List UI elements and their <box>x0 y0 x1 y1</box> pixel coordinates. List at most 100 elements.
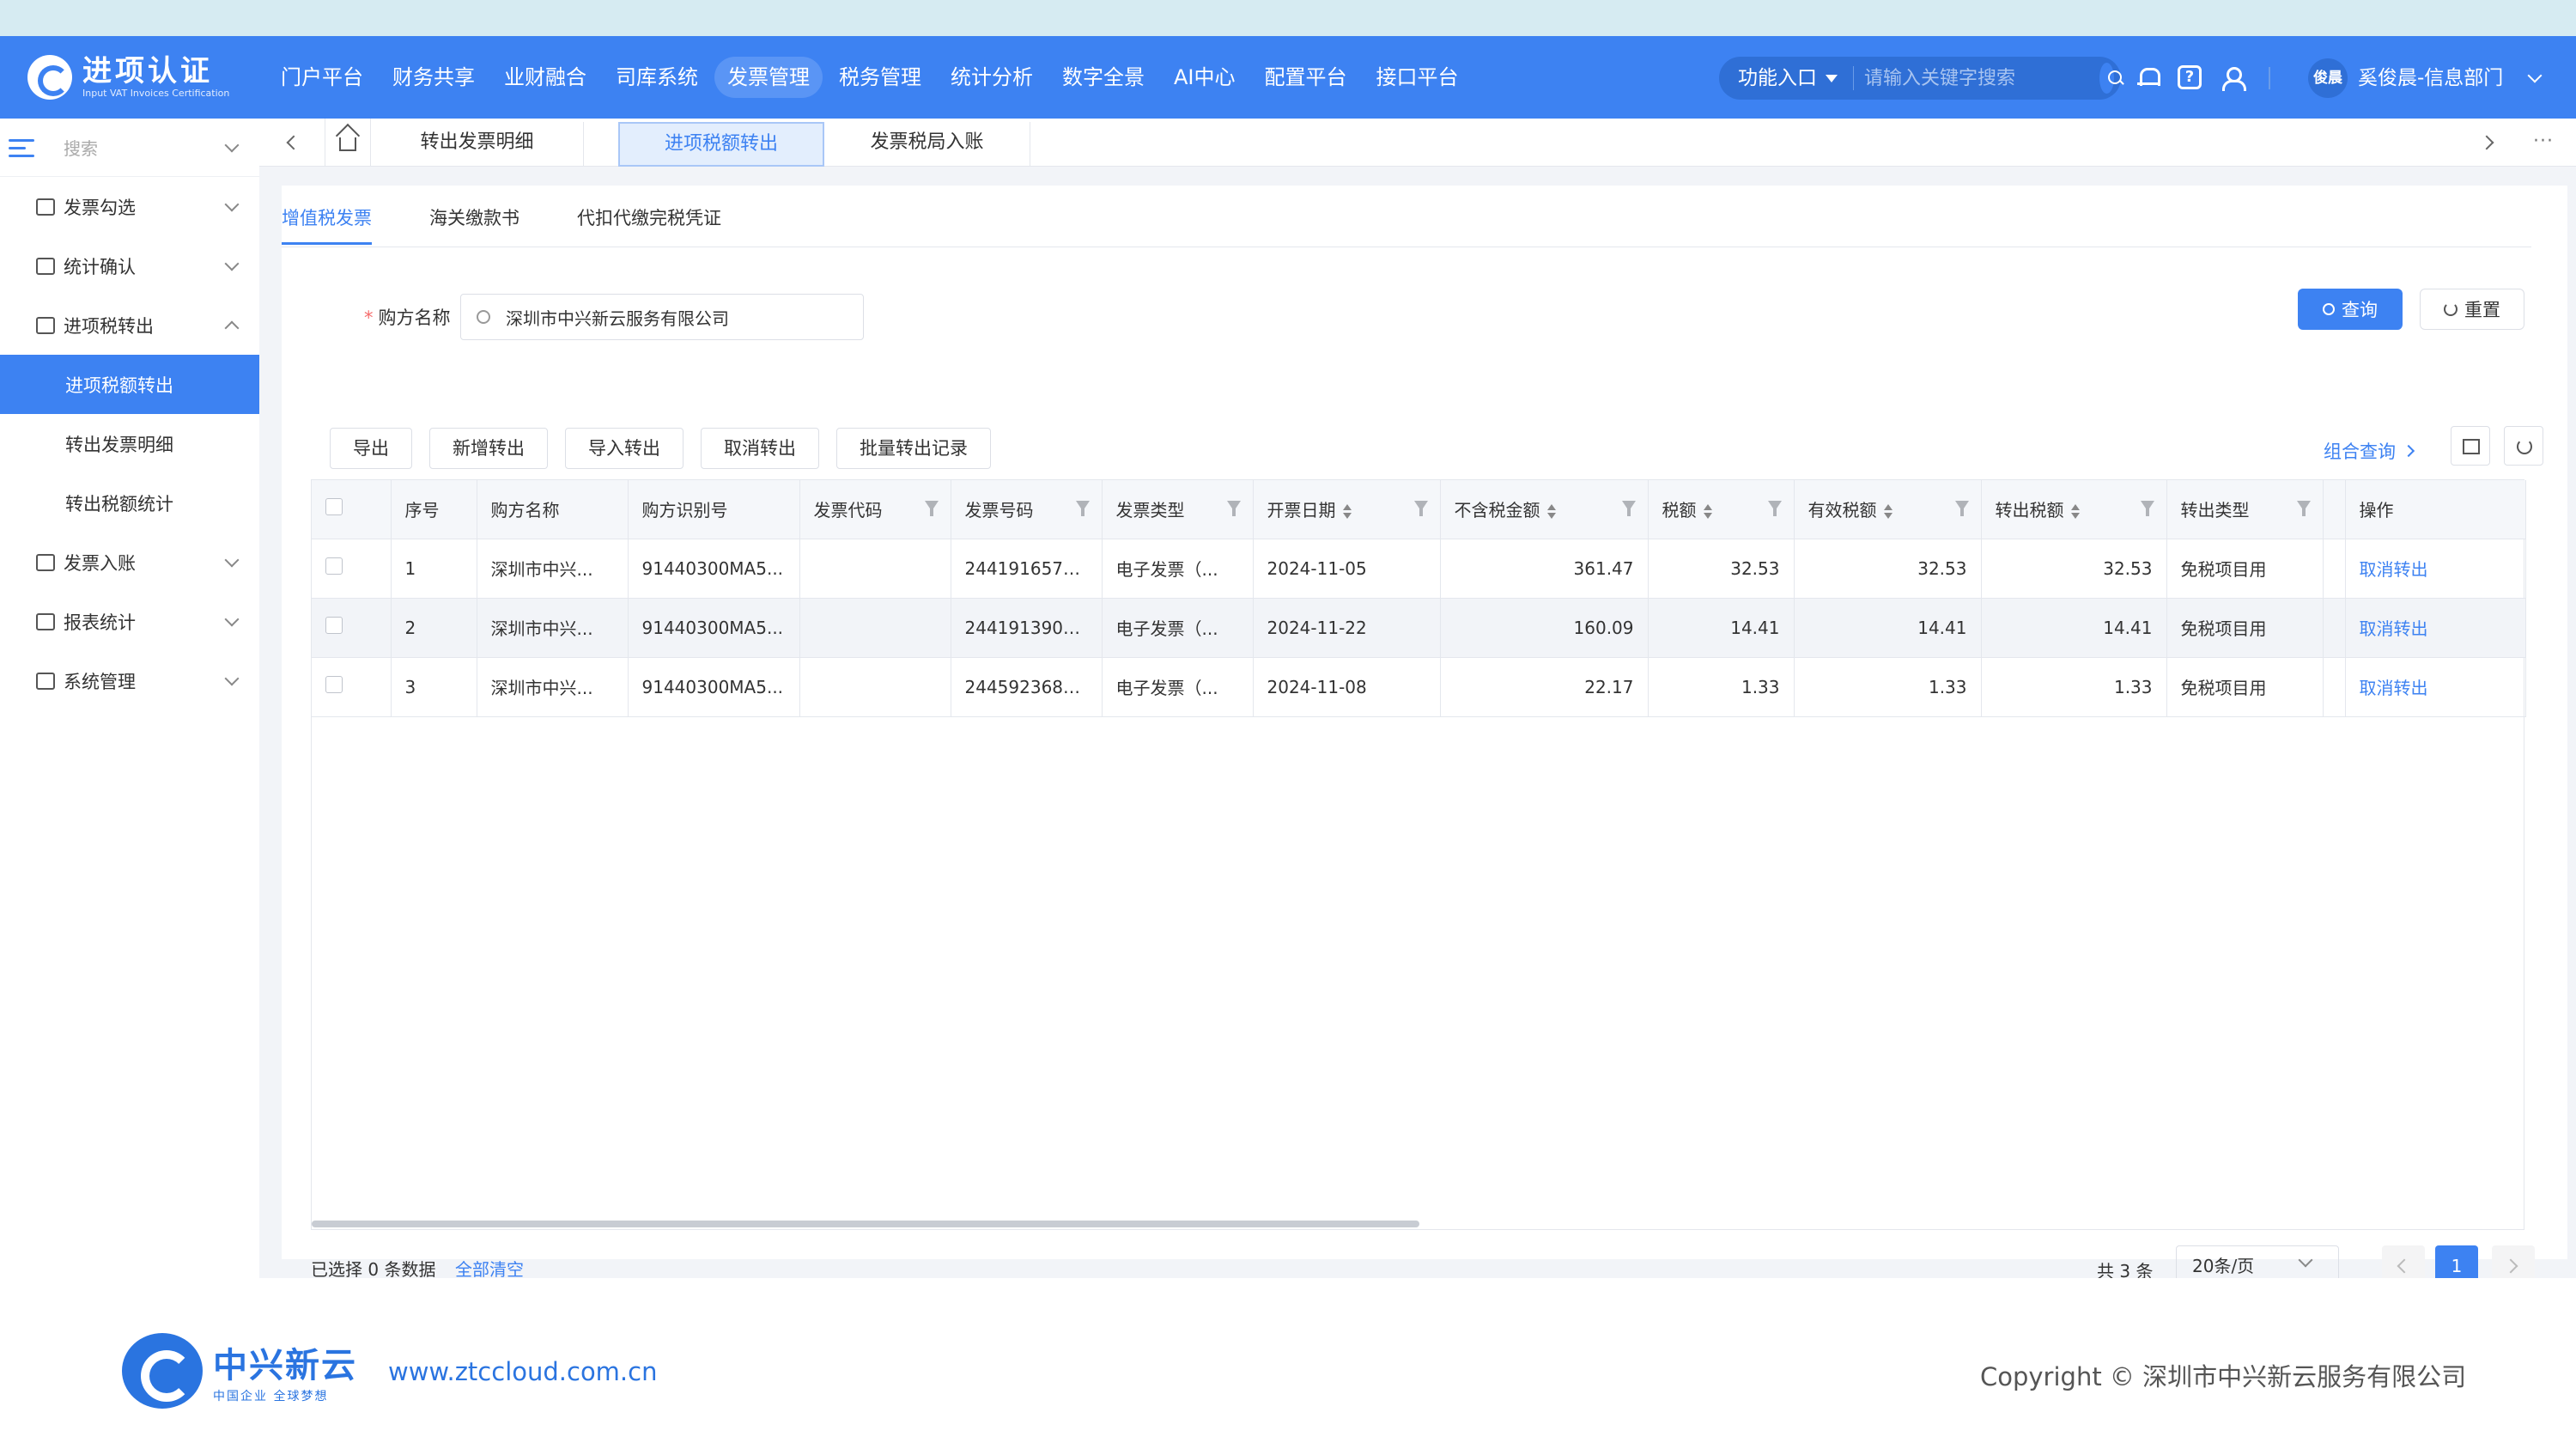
sort-icon[interactable] <box>1703 503 1712 520</box>
subtab-withholding-certificate[interactable]: 代扣代缴完税凭证 <box>577 204 721 242</box>
horizontal-scrollbar[interactable] <box>312 1221 1419 1227</box>
search-icon <box>2323 303 2335 315</box>
nav-business-finance[interactable]: 业财融合 <box>491 57 599 98</box>
checkbox[interactable] <box>325 557 343 575</box>
bell-icon[interactable] <box>2136 65 2160 89</box>
subtab-customs-payment[interactable]: 海关缴款书 <box>429 204 519 242</box>
combo-query-link[interactable]: 组合查询 <box>2324 438 2415 464</box>
filter-icon[interactable] <box>2296 501 2311 516</box>
refresh-icon[interactable] <box>2504 426 2543 466</box>
query-button[interactable]: 查询 <box>2298 289 2403 330</box>
sidebar-sub-transfer-tax-stats[interactable]: 转出税额统计 <box>0 473 259 533</box>
nav-tax-management[interactable]: 税务管理 <box>826 57 934 98</box>
col-transfer-type[interactable]: 转出类型 <box>2166 480 2324 539</box>
sidebar-item-report-stats[interactable]: 报表统计 <box>0 592 259 651</box>
menu-fold-icon[interactable] <box>9 137 38 158</box>
col-invoice-number[interactable]: 发票号码 <box>951 480 1103 539</box>
col-amount-excl-tax[interactable]: 不含税金额 <box>1440 480 1649 539</box>
nav-digital-panorama[interactable]: 数字全景 <box>1049 57 1157 98</box>
table-row[interactable]: 3 深圳市中兴... 91440300MA5... 2445923688... … <box>312 657 2526 717</box>
prev-page-button[interactable] <box>2382 1245 2425 1278</box>
col-issue-date[interactable]: 开票日期 <box>1253 480 1441 539</box>
cancel-transfer-link[interactable]: 取消转出 <box>2345 539 2526 599</box>
col-transfer-tax[interactable]: 转出税额 <box>1981 480 2167 539</box>
page-size-select[interactable]: 20条/页 <box>2176 1245 2339 1278</box>
function-entry-dropdown[interactable]: 功能入口 <box>1719 66 1854 90</box>
nav-portal[interactable]: 门户平台 <box>268 57 376 98</box>
more-icon[interactable]: ··· <box>2533 131 2554 152</box>
sort-icon[interactable] <box>1546 503 1556 520</box>
chevron-left-icon[interactable] <box>286 135 301 150</box>
search-icon[interactable] <box>2099 63 2122 94</box>
next-page-button[interactable] <box>2492 1245 2535 1278</box>
row-checkbox-cell[interactable] <box>312 598 392 658</box>
tab-transfer-invoice-detail[interactable]: 转出发票明细 <box>371 122 584 167</box>
row-checkbox-cell[interactable] <box>312 657 392 717</box>
reset-button[interactable]: 重置 <box>2420 289 2524 330</box>
nav-interface-platform[interactable]: 接口平台 <box>1364 57 1472 98</box>
column-settings-icon[interactable] <box>2451 426 2490 466</box>
nav-statistics[interactable]: 统计分析 <box>938 57 1046 98</box>
filter-icon[interactable] <box>2140 501 2154 516</box>
checkbox[interactable] <box>325 617 343 634</box>
clear-all-link[interactable]: 全部清空 <box>455 1256 524 1278</box>
cell-tax-amount: 1.33 <box>1648 657 1795 717</box>
nav-invoice-management[interactable]: 发票管理 <box>714 57 823 98</box>
sidebar-item-input-tax-transfer[interactable]: 进项税转出 <box>0 295 259 355</box>
sort-icon[interactable] <box>2070 503 2080 520</box>
tab-invoice-tax-bureau-posting[interactable]: 发票税局入账 <box>824 122 1030 167</box>
table-row[interactable]: 1 深圳市中兴... 91440300MA5... 2441916577... … <box>312 539 2526 599</box>
page-number-button[interactable]: 1 <box>2435 1245 2478 1278</box>
footer-url[interactable]: www.ztccloud.com.cn <box>388 1357 657 1386</box>
keyword-search-input[interactable] <box>1864 61 2099 95</box>
filter-icon[interactable] <box>1954 501 1969 516</box>
row-checkbox-cell[interactable] <box>312 539 392 599</box>
sidebar-sub-input-tax-amount-transfer[interactable]: 进项税额转出 <box>0 355 259 414</box>
col-tax-amount[interactable]: 税额 <box>1648 480 1795 539</box>
chevron-down-icon[interactable] <box>2527 68 2543 83</box>
cancel-transfer-link[interactable]: 取消转出 <box>2345 598 2526 658</box>
col-invoice-type[interactable]: 发票类型 <box>1102 480 1254 539</box>
sidebar-item-invoice-select[interactable]: 发票勾选 <box>0 177 259 236</box>
nav-config-platform[interactable]: 配置平台 <box>1252 57 1360 98</box>
sidebar-item-invoice-posting[interactable]: 发票入账 <box>0 533 259 592</box>
nav-treasury[interactable]: 司库系统 <box>603 57 711 98</box>
add-transfer-button[interactable]: 新增转出 <box>429 428 548 469</box>
col-effective-tax[interactable]: 有效税额 <box>1794 480 1982 539</box>
app-logo[interactable]: 进项认证 Input VAT Invoices Certification <box>27 52 229 103</box>
sidebar-sub-transfer-invoice-detail[interactable]: 转出发票明细 <box>0 414 259 473</box>
chevron-up-icon <box>224 320 240 335</box>
sort-icon[interactable] <box>1342 503 1352 520</box>
tab-input-tax-amount-transfer[interactable]: 进项税额转出 <box>618 122 824 167</box>
filter-icon[interactable] <box>1413 501 1428 516</box>
home-tab[interactable] <box>325 119 371 167</box>
buyer-name-field[interactable]: 深圳市中兴新云服务有限公司 <box>460 294 864 340</box>
sidebar-search[interactable]: 搜索 <box>0 119 259 177</box>
filter-icon[interactable] <box>924 501 939 516</box>
filter-icon[interactable] <box>1075 501 1090 516</box>
batch-transfer-records-button[interactable]: 批量转出记录 <box>836 428 991 469</box>
export-button[interactable]: 导出 <box>330 428 412 469</box>
help-icon[interactable]: ? <box>2178 65 2202 89</box>
user-icon[interactable] <box>2220 65 2246 91</box>
filter-icon[interactable] <box>1226 501 1241 516</box>
filter-icon[interactable] <box>1767 501 1782 516</box>
cancel-transfer-button[interactable]: 取消转出 <box>701 428 819 469</box>
chevron-right-icon[interactable] <box>2479 135 2494 150</box>
sidebar-item-system-management[interactable]: 系统管理 <box>0 651 259 710</box>
user-name[interactable]: 奚俊晨-信息部门 <box>2358 60 2503 96</box>
avatar[interactable]: 俊晨 <box>2308 58 2348 98</box>
nav-ai-center[interactable]: AI中心 <box>1161 57 1249 98</box>
cancel-transfer-link[interactable]: 取消转出 <box>2345 657 2526 717</box>
table-row[interactable]: 2 深圳市中兴... 91440300MA5... 2441913905... … <box>312 598 2526 658</box>
checkbox[interactable] <box>325 498 343 516</box>
import-transfer-button[interactable]: 导入转出 <box>565 428 683 469</box>
col-invoice-code[interactable]: 发票代码 <box>799 480 951 539</box>
sort-icon[interactable] <box>1883 503 1893 520</box>
select-all-checkbox-cell[interactable] <box>312 480 392 539</box>
checkbox[interactable] <box>325 676 343 693</box>
nav-finance-share[interactable]: 财务共享 <box>380 57 488 98</box>
subtab-vat-invoice[interactable]: 增值税发票 <box>282 204 372 245</box>
sidebar-item-stat-confirm[interactable]: 统计确认 <box>0 236 259 295</box>
filter-icon[interactable] <box>1621 501 1636 516</box>
